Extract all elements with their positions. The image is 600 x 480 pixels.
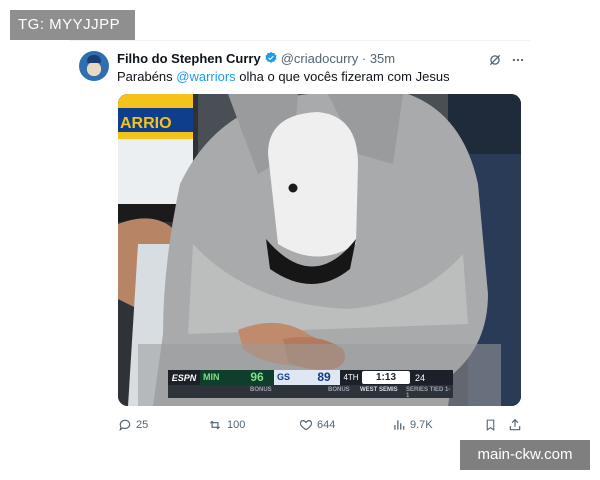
author-avatar[interactable] (79, 51, 109, 81)
team1-score: 96 (240, 370, 274, 385)
separator-dot: · (361, 51, 367, 66)
repost-icon (209, 420, 221, 430)
tweet-actions: 25 100 644 9.7K (118, 417, 522, 433)
more-icon[interactable] (510, 52, 525, 67)
like-button[interactable]: 644 (299, 417, 335, 433)
reply-count: 25 (136, 419, 149, 431)
watermark-bottom-right: main-ckw.com (460, 440, 590, 470)
tweet-top-icons (487, 52, 525, 67)
heart-icon (299, 420, 313, 431)
media-photo: ARRIO (118, 94, 521, 406)
scoreboard: ESPN MIN 96 GS 89 4TH 1:13 24 BONUS BONU… (168, 370, 453, 399)
scoreboard-sub-row: BONUS BONUS WEST SEMIS SERIES TIED 1-1 (168, 385, 453, 399)
bookmark-button[interactable] (484, 417, 497, 433)
tweet-text: Parabéns @warriors olha o que vocês fize… (117, 69, 450, 85)
views-icon (394, 420, 405, 430)
team2-score: 89 (308, 370, 340, 385)
repost-count: 100 (227, 419, 246, 431)
author-handle[interactable]: @criadocurry (281, 51, 359, 66)
scoreboard-main-row: ESPN MIN 96 GS 89 4TH 1:13 24 (168, 370, 453, 385)
tweet-media[interactable]: ARRIO ESPN MIN 96 GS 89 4TH 1:13 24 BONU… (118, 94, 521, 406)
team1-name: MIN (200, 370, 240, 385)
game-clock: 1:13 (362, 371, 410, 384)
repost-button[interactable]: 100 (207, 417, 245, 433)
reply-icon (119, 419, 131, 432)
tweet-text-end: olha o que vocês fizeram com Jesus (235, 69, 450, 84)
bonus-left: BONUS (250, 387, 272, 393)
espn-logo: ESPN (171, 372, 197, 383)
tweet-time[interactable]: 35m (370, 51, 395, 66)
svg-text:ARRIO: ARRIO (120, 115, 172, 132)
series-label: WEST SEMIS (360, 387, 398, 393)
mention-link[interactable]: @warriors (176, 69, 235, 84)
grok-icon[interactable] (487, 52, 502, 67)
share-button[interactable] (508, 417, 522, 433)
like-count: 644 (317, 419, 336, 431)
game-period: 4TH (343, 373, 359, 382)
views-button[interactable]: 9.7K (392, 417, 433, 433)
verified-badge-icon (265, 51, 277, 63)
bonus-right: BONUS (328, 387, 350, 393)
series-status: SERIES TIED 1-1 (406, 387, 451, 399)
team2-name: GS (274, 370, 308, 385)
tweet-text-start: Parabéns (117, 69, 177, 84)
bookmark-icon (486, 419, 495, 431)
author-name[interactable]: Filho do Stephen Curry (117, 51, 261, 66)
reply-button[interactable]: 25 (118, 417, 148, 433)
shot-clock: 24 (414, 372, 425, 383)
views-count: 9.7K (410, 419, 433, 431)
tweet-header: Filho do Stephen Curry @criadocurry · 35m (117, 51, 395, 67)
top-divider (70, 40, 530, 41)
watermark-top-left: TG: MYYJJPP (10, 10, 135, 40)
share-icon (509, 418, 521, 431)
